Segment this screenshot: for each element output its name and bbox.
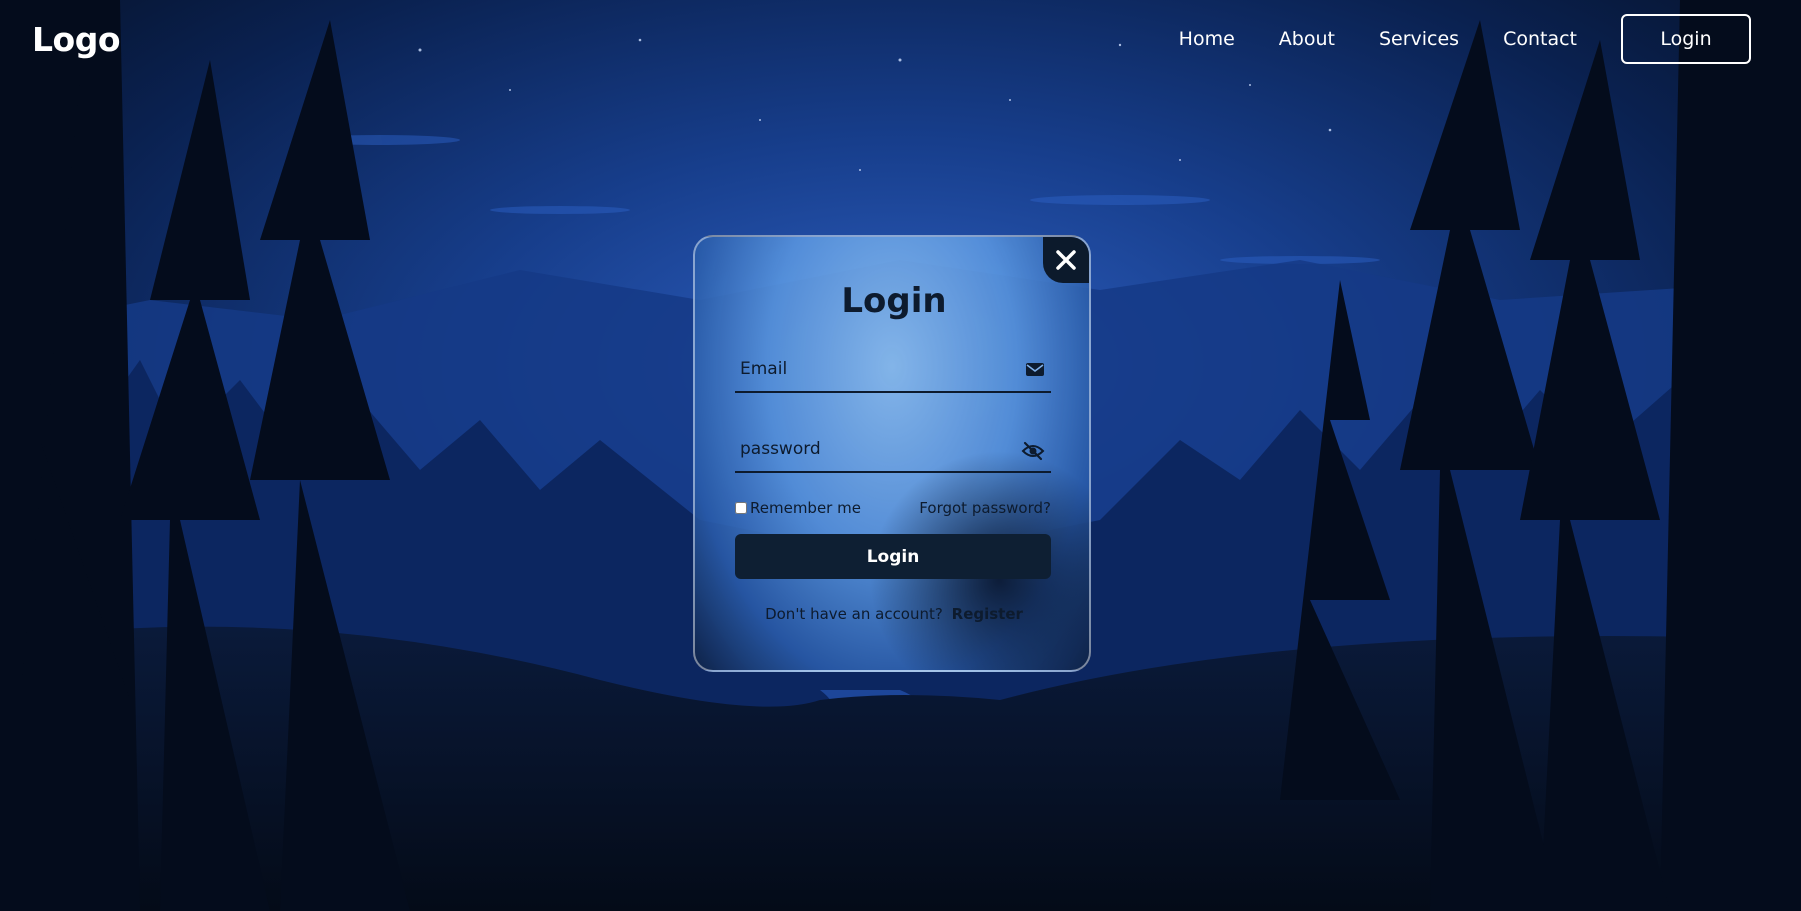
login-modal: Login Remember me Forgot password? Login [693, 235, 1091, 672]
forgot-password-link[interactable]: Forgot password? [919, 499, 1051, 517]
close-button[interactable] [1043, 237, 1089, 283]
close-icon [1056, 250, 1076, 270]
password-field [735, 427, 1051, 473]
logo[interactable]: Logo [32, 20, 121, 59]
nav-home-link[interactable]: Home [1179, 28, 1235, 50]
login-submit-button[interactable]: Login [735, 534, 1051, 579]
email-field [735, 347, 1051, 393]
nav-contact-link[interactable]: Contact [1503, 28, 1577, 50]
register-prompt-text: Don't have an account? [765, 605, 943, 623]
nav-about-link[interactable]: About [1279, 28, 1335, 50]
login-title: Login [841, 281, 947, 321]
remember-checkbox[interactable] [735, 502, 747, 514]
register-prompt: Don't have an account? Register [695, 605, 1089, 623]
remember-forgot-row: Remember me Forgot password? [735, 499, 1051, 517]
remember-label: Remember me [750, 499, 861, 517]
nav-services-link[interactable]: Services [1379, 28, 1459, 50]
eye-slash-icon[interactable] [1021, 441, 1045, 465]
header: Logo Home About Services Contact Login [0, 0, 1801, 78]
register-link[interactable]: Register [952, 605, 1023, 623]
email-input[interactable] [735, 347, 1051, 391]
remember-me[interactable]: Remember me [735, 499, 861, 517]
password-input[interactable] [735, 427, 1051, 471]
header-login-button[interactable]: Login [1621, 14, 1751, 64]
main-nav: Home About Services Contact Login [1135, 14, 1751, 64]
envelope-icon [1025, 361, 1045, 381]
